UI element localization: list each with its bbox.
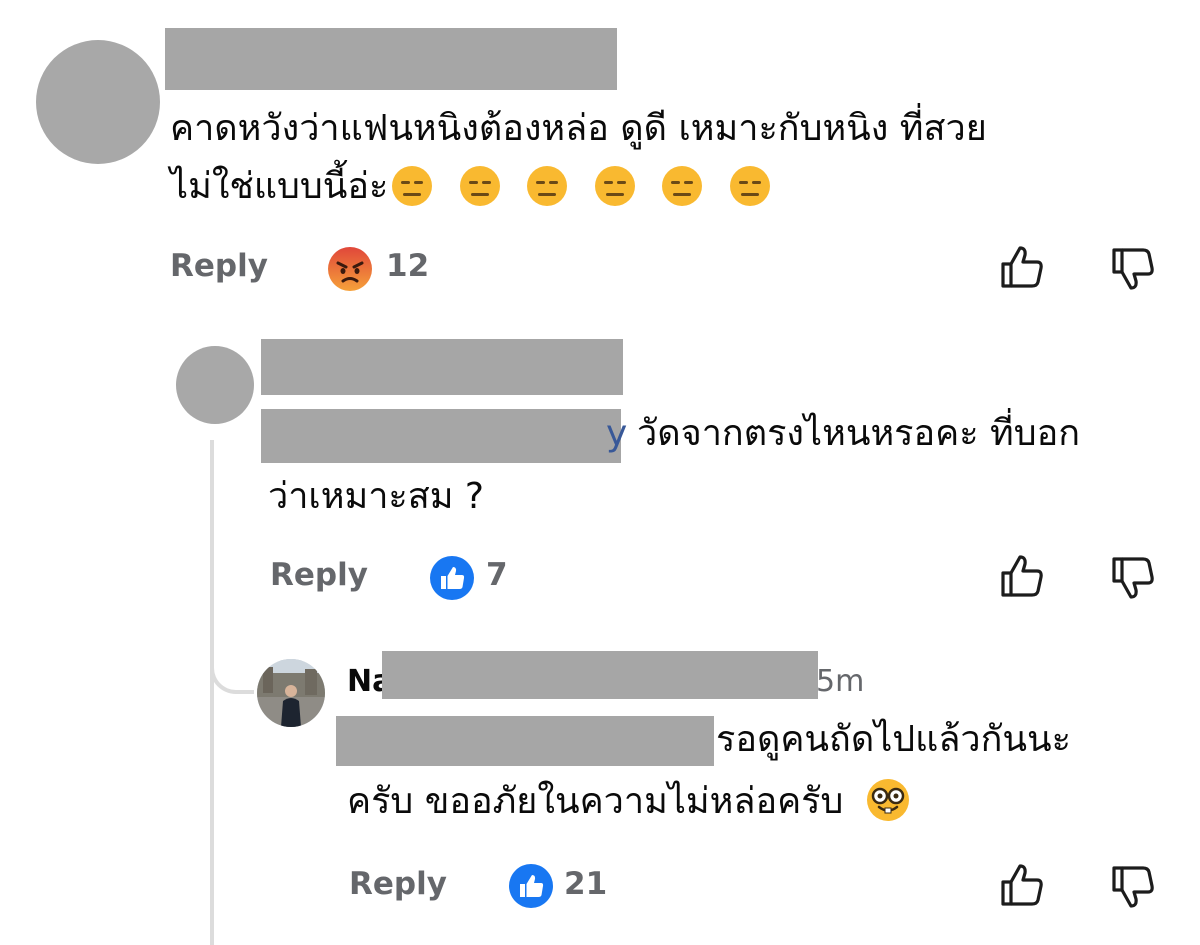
upvote-icon[interactable] xyxy=(999,862,1045,908)
reply-button[interactable]: Reply xyxy=(270,557,368,593)
comment-time: 5m xyxy=(816,664,865,699)
comment-text-line-2-text: ครับ ขออภัยในความไม่หล่อครับ xyxy=(347,781,844,822)
expressionless-emoji-row xyxy=(388,154,770,216)
nerd-face-emoji xyxy=(866,779,909,821)
comment-text-line-2: ไม่ใช่แบบนี้อ่ะ xyxy=(170,156,770,218)
reaction-count: 7 xyxy=(486,557,508,593)
like-icon[interactable] xyxy=(429,555,475,601)
angry-face-icon[interactable] xyxy=(327,246,373,292)
expressionless-emoji xyxy=(662,166,703,206)
avatar[interactable] xyxy=(36,40,160,164)
expressionless-emoji xyxy=(729,166,770,206)
redacted-author-name xyxy=(165,28,617,90)
comment-text-line-1: วัดจากตรงไหนหรอคะ ที่บอก xyxy=(637,413,1080,454)
reply-button[interactable]: Reply xyxy=(349,866,447,902)
reaction-count: 12 xyxy=(386,248,430,284)
upvote-icon[interactable] xyxy=(999,553,1045,599)
expressionless-emoji xyxy=(527,166,568,206)
comment-text-line-2-text: ไม่ใช่แบบนี้อ่ะ xyxy=(170,166,389,207)
thread-connector xyxy=(210,640,254,694)
thread-line xyxy=(210,440,214,945)
comment-text-line-2: ครับ ขออภัยในความไม่หล่อครับ xyxy=(347,771,909,833)
upvote-icon[interactable] xyxy=(999,244,1045,290)
downvote-icon[interactable] xyxy=(1110,555,1156,601)
avatar[interactable] xyxy=(257,659,325,727)
redacted-mention xyxy=(336,716,714,766)
comment-text-line-1: รอดูคนถัดไปแล้วกันนะ xyxy=(716,719,1071,760)
reaction-count: 21 xyxy=(564,866,608,902)
redacted-author-name xyxy=(261,339,623,395)
expressionless-emoji xyxy=(459,166,500,206)
comment-text-line-1: คาดหวังว่าแฟนหนิงต้องหล่อ ดูดี เหมาะกับห… xyxy=(170,108,987,149)
like-icon[interactable] xyxy=(508,863,554,909)
redacted-author-name xyxy=(382,651,818,699)
expressionless-emoji xyxy=(392,166,433,206)
avatar[interactable] xyxy=(176,346,254,424)
comment-text-line-2: ว่าเหมาะสม ? xyxy=(268,476,484,517)
downvote-icon[interactable] xyxy=(1110,246,1156,292)
redacted-mention xyxy=(261,409,621,463)
mention-tail[interactable]: y xyxy=(606,403,627,465)
reply-button[interactable]: Reply xyxy=(170,248,268,284)
expressionless-emoji xyxy=(594,166,635,206)
downvote-icon[interactable] xyxy=(1110,864,1156,910)
